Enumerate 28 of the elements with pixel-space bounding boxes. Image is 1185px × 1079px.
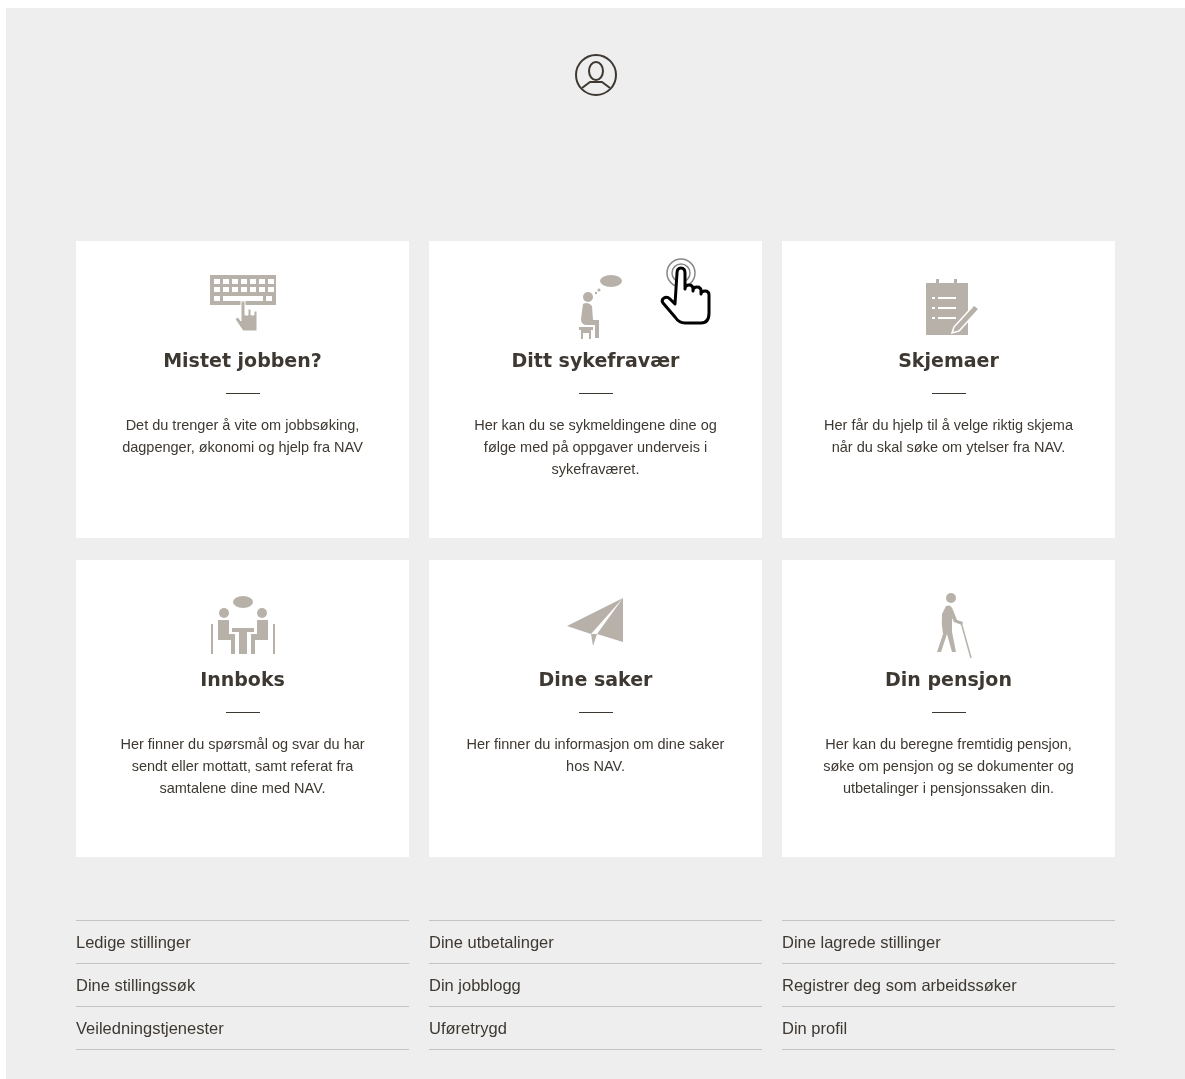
quick-link[interactable]: Ledige stillinger <box>76 921 409 964</box>
service-card[interactable]: Skjemaer Her får du hjelp til å velge riktig skjema når du skal søke om ytelser fra NAV. <box>782 241 1115 538</box>
quick-link[interactable]: Din jobblogg <box>429 964 762 1007</box>
card-description: Her kan du beregne fremtidig pensjon, søke om pensjon og se dokumenter og utbetalinger i pensjonssaken din. <box>822 735 1075 798</box>
card-title: Din pensjon <box>885 668 1012 690</box>
card-title: Mistet jobben? <box>163 349 322 371</box>
card-title: Skjemaer <box>898 349 999 371</box>
service-card[interactable]: Din pensjon Her kan du beregne fremtidig pensjon, søke om pensjon og se dokumenter og utbetalinger i pensjonssaken din. <box>782 560 1115 857</box>
card-title: Innboks <box>200 668 285 690</box>
quick-link[interactable]: Din profil <box>782 1007 1115 1050</box>
service-card[interactable]: Ditt sykefravær Her kan du se sykmeldingene dine og følge med på oppgaver underveis i sykefraværet. <box>429 241 762 538</box>
service-card[interactable]: Mistet jobben? Det du trenger å vite om jobbsøking, dagpenger, økonomi og hjelp fra NAV <box>76 241 409 538</box>
card-title: Dine saker <box>538 668 653 690</box>
quick-link[interactable]: Veiledningstjenester <box>76 1007 409 1050</box>
card-description: Her finner du informasjon om dine saker hos NAV. <box>465 735 726 776</box>
quick-link[interactable]: Dine stillingssøk <box>76 964 409 1007</box>
card-description: Her kan du se sykmeldingene dine og følge med på oppgaver underveis i sykefraværet. <box>473 416 718 479</box>
quick-link[interactable]: Dine utbetalinger <box>429 921 762 964</box>
quick-link[interactable]: Uføretrygd <box>429 1007 762 1050</box>
card-description: Her får du hjelp til å velge riktig skjema når du skal søke om ytelser fra NAV. <box>823 416 1074 457</box>
card-description: Her finner du spørsmål og svar du har sendt eller mottatt, samt referat fra samtalene dine med NAV. <box>119 735 366 798</box>
service-card[interactable]: Innboks Her finner du spørsmål og svar du har sendt eller mottatt, samt referat fra samtalene dine med NAV. <box>76 560 409 857</box>
card-description: Det du trenger å vite om jobbsøking, dagpenger, økonomi og hjelp fra NAV <box>121 416 364 457</box>
quick-link[interactable]: Registrer deg som arbeidssøker <box>782 964 1115 1007</box>
user-profile-icon[interactable] <box>573 53 618 97</box>
card-title: Ditt sykefravær <box>511 349 680 371</box>
quick-link[interactable]: Dine lagrede stillinger <box>782 921 1115 964</box>
service-card[interactable]: Dine saker Her finner du informasjon om dine saker hos NAV. <box>429 560 762 857</box>
